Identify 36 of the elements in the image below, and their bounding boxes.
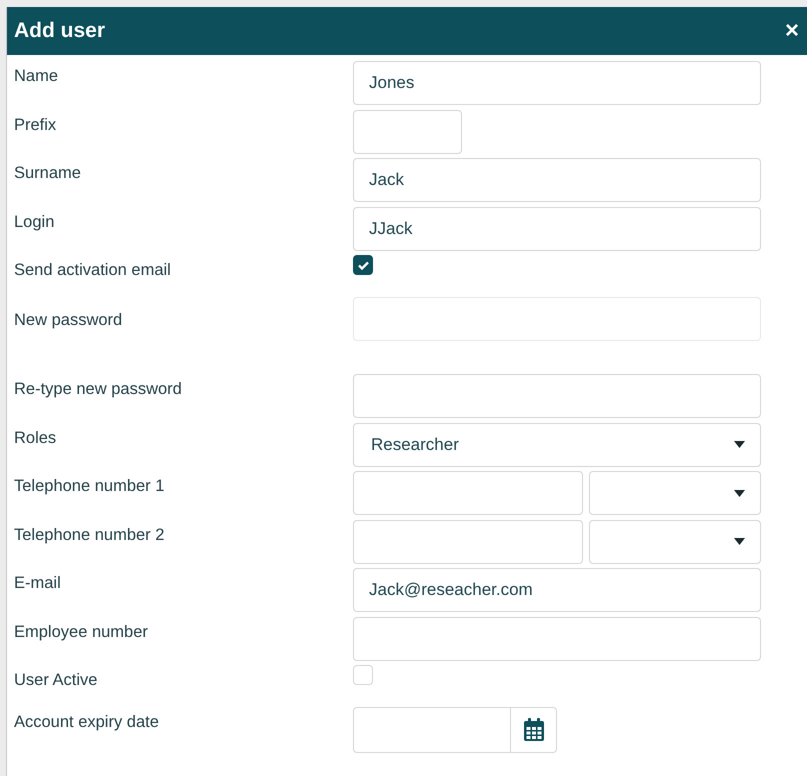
text-field[interactable]: [353, 110, 462, 154]
dialog-title: Add user: [14, 19, 106, 43]
checkbox[interactable]: [353, 255, 373, 275]
dropdown-caret-icon: [734, 441, 745, 448]
dropdown-caret-icon: [734, 538, 745, 545]
field-label: User Active: [13, 670, 98, 690]
text-field[interactable]: Jack: [353, 158, 761, 202]
field-label: Employee number: [13, 622, 149, 642]
dropdown[interactable]: [589, 471, 761, 515]
field-label: Send activation email: [13, 260, 172, 280]
phone-field[interactable]: [353, 520, 583, 564]
text-field[interactable]: [353, 616, 761, 660]
field-label: Re-type new password: [13, 379, 183, 400]
field-label: E-mail: [13, 573, 62, 594]
text-field[interactable]: Jones: [353, 61, 761, 105]
field-label: Account expiry date: [13, 712, 160, 733]
calendar-button[interactable]: [511, 707, 557, 753]
close-button[interactable]: ×: [784, 19, 799, 43]
field-label: Telephone number 2: [13, 524, 166, 546]
field-label: Roles: [13, 428, 58, 448]
dropdown-caret-icon: [734, 490, 745, 496]
calendar-icon: [522, 718, 544, 742]
field-label: Telephone number 1: [13, 476, 166, 497]
field-label: Surname: [13, 163, 82, 184]
dropdown[interactable]: Researcher: [353, 422, 761, 466]
dropdown[interactable]: [589, 520, 761, 564]
field-label: Login: [13, 212, 56, 232]
text-field[interactable]: Jack@reseacher.com: [353, 568, 761, 612]
date-field[interactable]: [353, 707, 511, 753]
field-label: Name: [13, 66, 60, 87]
checkmark-icon: [358, 260, 368, 270]
field-label: New password: [13, 310, 124, 331]
text-field[interactable]: [353, 374, 761, 418]
field-label: Prefix: [13, 114, 58, 136]
text-field[interactable]: JJack: [353, 206, 761, 250]
phone-field[interactable]: [353, 471, 583, 515]
